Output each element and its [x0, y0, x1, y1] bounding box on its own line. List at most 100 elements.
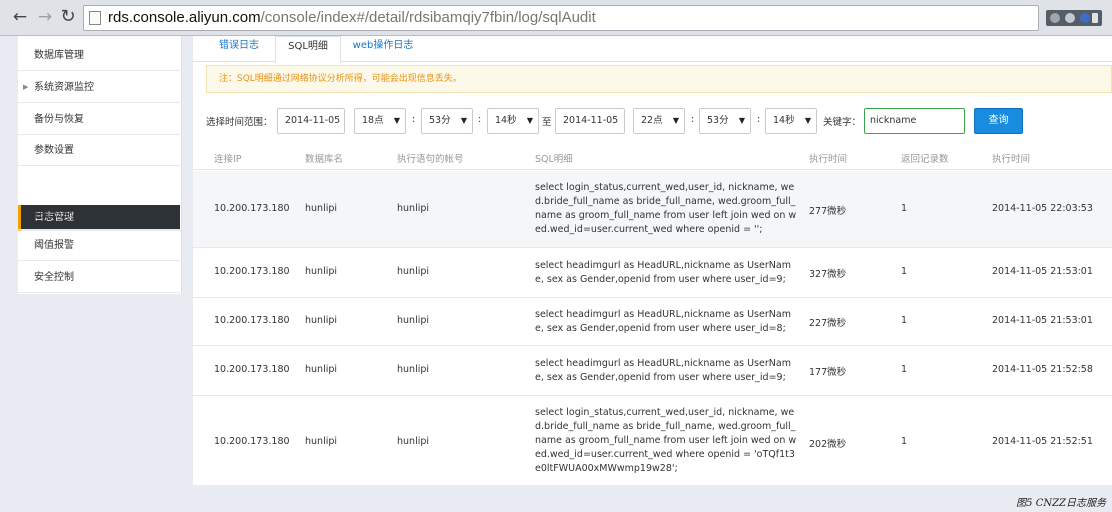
table-row: 10.200.173.180 hunlipi hunlipi select he… — [193, 346, 1112, 396]
cell-db: hunlipi — [305, 436, 338, 447]
page-icon — [89, 11, 101, 25]
reload-icon[interactable]: ↻ — [58, 6, 78, 28]
cell-sql: select headimgurl as HeadURL,nickname as… — [535, 358, 791, 383]
cell-sql: select login_status,current_wed,user_id,… — [535, 182, 797, 235]
cell-ip: 10.200.173.180 — [214, 203, 290, 214]
start-minute-select[interactable]: 53分 ▼ — [421, 108, 473, 134]
query-button[interactable]: 查询 — [974, 108, 1023, 134]
end-hour-value: 22点 — [641, 115, 663, 126]
sidebar-item-backup[interactable]: 备份与恢复 — [18, 104, 180, 135]
start-second-select[interactable]: 14秒 ▼ — [487, 108, 539, 134]
cell-time: 2014-11-05 21:53:01 — [992, 315, 1093, 326]
cell-duration: 227微秒 — [809, 318, 847, 329]
tab-sql-detail[interactable]: SQL明细 — [275, 36, 341, 63]
keyword-label: 关键字： — [823, 117, 862, 128]
column-header-db: 数据库名 — [305, 154, 344, 165]
time-colon: : — [478, 114, 482, 125]
figure-caption: 图5 CNZZ日志服务 — [1016, 498, 1106, 509]
cell-records: 1 — [901, 203, 908, 214]
start-hour-select[interactable]: 18点 ▼ — [354, 108, 406, 134]
sidebar-item-alarms[interactable]: 阈值报警 — [18, 230, 180, 261]
chevron-down-icon: ▼ — [804, 116, 811, 125]
chevron-down-icon: ▼ — [460, 116, 467, 125]
extensions-area — [1046, 10, 1102, 26]
time-colon: : — [691, 114, 695, 125]
chevron-down-icon: ▼ — [738, 116, 745, 125]
cell-time: 2014-11-05 21:52:51 — [992, 436, 1093, 447]
cell-ip: 10.200.173.180 — [214, 315, 290, 326]
filter-bar: 选择时间范围： 2014-11-05 18点 ▼ : 53分 ▼ : 14秒 ▼ 至 … — [193, 108, 1112, 134]
cell-sql: select headimgurl as HeadURL,nickname as… — [535, 260, 791, 285]
time-range-label: 选择时间范围： — [206, 117, 273, 128]
column-header-time: 执行时间 — [992, 154, 1031, 165]
sidebar-item-db-management[interactable]: 数据库管理 — [18, 40, 180, 71]
end-hour-select[interactable]: 22点 ▼ — [633, 108, 685, 134]
extension-icon[interactable] — [1050, 13, 1060, 23]
time-colon: : — [412, 114, 416, 125]
cell-db: hunlipi — [305, 364, 338, 375]
chevron-down-icon: ▼ — [672, 116, 679, 125]
end-second-select[interactable]: 14秒 ▼ — [765, 108, 817, 134]
cell-duration: 177微秒 — [809, 367, 847, 378]
sidebar-item-performance[interactable]: 性能优化 — [18, 199, 180, 230]
start-minute-value: 53分 — [429, 115, 451, 126]
table-row: 10.200.173.180 hunlipi hunlipi select he… — [193, 248, 1112, 298]
table-row: 10.200.173.180 hunlipi hunlipi select lo… — [193, 171, 1112, 248]
sidebar-item-label: 系统资源监控 — [34, 82, 94, 93]
column-header-duration: 执行时间 — [809, 154, 848, 165]
end-date-input[interactable]: 2014-11-05 — [555, 108, 625, 134]
cell-account: hunlipi — [397, 436, 430, 447]
cell-account: hunlipi — [397, 266, 430, 277]
table-row: 10.200.173.180 hunlipi hunlipi select lo… — [193, 396, 1112, 485]
cell-account: hunlipi — [397, 315, 430, 326]
cell-records: 1 — [901, 436, 908, 447]
cell-time: 2014-11-05 21:53:01 — [992, 266, 1093, 277]
cell-sql: select login_status,current_wed,user_id,… — [535, 407, 797, 474]
cell-db: hunlipi — [305, 203, 338, 214]
url-host: rds.console.aliyun.com — [108, 9, 261, 26]
column-header-account: 执行语句的帐号 — [397, 154, 464, 165]
cell-ip: 10.200.173.180 — [214, 436, 290, 447]
cell-db: hunlipi — [305, 315, 338, 326]
expand-arrow-icon: ▶ — [23, 83, 29, 91]
cell-duration: 327微秒 — [809, 269, 847, 280]
cell-ip: 10.200.173.180 — [214, 266, 290, 277]
cell-sql: select headimgurl as HeadURL,nickname as… — [535, 309, 791, 334]
start-date-input[interactable]: 2014-11-05 — [277, 108, 345, 134]
end-minute-value: 53分 — [707, 115, 729, 126]
cell-records: 1 — [901, 266, 908, 277]
cell-time: 2014-11-05 22:03:53 — [992, 203, 1093, 214]
chevron-down-icon: ▼ — [526, 116, 533, 125]
table-row: 10.200.173.180 hunlipi hunlipi select he… — [193, 298, 1112, 346]
cell-duration: 277微秒 — [809, 206, 847, 217]
forward-arrow-icon[interactable]: → — [35, 6, 55, 28]
keyword-input[interactable]: nickname — [864, 108, 965, 134]
sidebar-item-params[interactable]: 参数设置 — [18, 135, 180, 166]
browser-toolbar: ← → ↻ rds.console.aliyun.com/console/ind… — [0, 0, 1112, 36]
extension-icon[interactable] — [1065, 13, 1075, 23]
column-header-ip: 连接IP — [214, 154, 242, 165]
main-panel: 错误日志 SQL明细 web操作日志 注：SQL明细通过网络协议分析所得，可能会… — [193, 36, 1112, 485]
tab-bar: 错误日志 SQL明细 web操作日志 — [193, 36, 1112, 63]
sidebar-item-security[interactable]: 安全控制 — [18, 262, 180, 293]
cell-account: hunlipi — [397, 364, 430, 375]
end-minute-select[interactable]: 53分 ▼ — [699, 108, 751, 134]
table-header: 连接IP 数据库名 执行语句的帐号 SQL明细 执行时间 返回记录数 执行时间 — [193, 144, 1112, 170]
tab-error-log[interactable]: 错误日志 — [209, 36, 269, 63]
start-second-value: 14秒 — [495, 115, 517, 126]
to-label: 至 — [542, 117, 552, 128]
cell-duration: 202微秒 — [809, 439, 847, 450]
chevron-down-icon: ▼ — [393, 116, 400, 125]
url-text: rds.console.aliyun.com/console/index#/de… — [108, 8, 596, 28]
tab-web-log[interactable]: web操作日志 — [345, 36, 421, 63]
sidebar-item-resource-monitor[interactable]: ▶ 系统资源监控 — [18, 72, 180, 103]
column-header-sql: SQL明细 — [535, 154, 573, 165]
cell-time: 2014-11-05 21:52:58 — [992, 364, 1093, 375]
cell-ip: 10.200.173.180 — [214, 364, 290, 375]
end-second-value: 14秒 — [773, 115, 795, 126]
menu-icon[interactable] — [1092, 13, 1098, 23]
address-bar[interactable]: rds.console.aliyun.com/console/index#/de… — [83, 5, 1039, 31]
back-arrow-icon[interactable]: ← — [10, 6, 30, 28]
help-icon[interactable] — [1080, 13, 1090, 23]
cell-records: 1 — [901, 315, 908, 326]
